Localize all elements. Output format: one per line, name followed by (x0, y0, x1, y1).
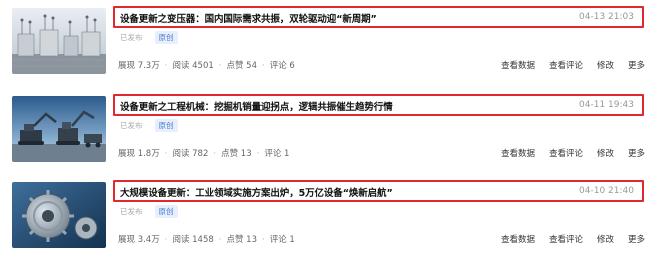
article-title-highlight[interactable]: 设备更新之变压器：国内国际需求共振，双轮驱动迎“新周期” 04-13 21:03 (113, 6, 644, 28)
article-title-highlight[interactable]: 设备更新之工程机械：挖掘机销量迎拐点，逻辑共振催生趋势行情 04-11 19:4… (113, 94, 644, 116)
publish-time: 04-10 21:40 (579, 186, 634, 196)
article-title[interactable]: 设备更新之工程机械：挖掘机销量迎拐点，逻辑共振催生趋势行情 (120, 99, 393, 113)
article-title-highlight[interactable]: 大规模设备更新：工业领域实施方案出炉，5万亿设备“焕新启航” 04-10 21:… (113, 180, 644, 202)
article-item[interactable]: 大规模设备更新：工业领域实施方案出炉，5万亿设备“焕新启航” 04-10 21:… (0, 174, 660, 260)
likes-count: 点赞 13 (221, 149, 252, 159)
view-comments-button[interactable]: 查看评论 (549, 59, 583, 71)
article-item[interactable]: 设备更新之工程机械：挖掘机销量迎拐点，逻辑共振催生趋势行情 04-11 19:4… (0, 88, 660, 174)
more-button[interactable]: 更多 (628, 233, 645, 245)
status-badge: 已发布 (120, 121, 143, 130)
article-thumbnail[interactable] (12, 96, 106, 162)
publish-time: 04-13 21:03 (579, 12, 634, 22)
view-data-button[interactable]: 查看数据 (501, 59, 535, 71)
construction-machinery-image (12, 96, 106, 162)
article-stats: 展现 7.3万 · 阅读 4501 · 点赞 54 · 评论 6 (118, 61, 295, 71)
article-title[interactable]: 设备更新之变压器：国内国际需求共振，双轮驱动迎“新周期” (120, 11, 377, 25)
likes-count: 点赞 13 (226, 235, 258, 245)
reads-count: 阅读 4501 (172, 61, 214, 71)
original-badge: 原创 (154, 119, 178, 132)
edit-button[interactable]: 修改 (597, 147, 614, 159)
view-data-button[interactable]: 查看数据 (501, 147, 535, 159)
article-stats: 展现 1.8万 · 阅读 782 · 点赞 13 · 评论 1 (118, 149, 290, 159)
article-thumbnail[interactable] (12, 182, 106, 248)
article-stats: 展现 3.4万 · 阅读 1458 · 点赞 13 · 评论 1 (118, 235, 295, 245)
views-count: 展现 3.4万 (118, 235, 160, 245)
reads-count: 阅读 782 (172, 149, 209, 159)
view-comments-button[interactable]: 查看评论 (549, 233, 583, 245)
article-thumbnail[interactable] (12, 8, 106, 74)
comments-count: 评论 1 (269, 235, 295, 245)
views-count: 展现 7.3万 (118, 61, 160, 71)
industrial-gears-image (12, 182, 106, 248)
views-count: 展现 1.8万 (118, 149, 160, 159)
edit-button[interactable]: 修改 (597, 233, 614, 245)
likes-count: 点赞 54 (226, 61, 258, 71)
view-data-button[interactable]: 查看数据 (501, 233, 535, 245)
transformer-substation-image (12, 8, 106, 74)
view-comments-button[interactable]: 查看评论 (549, 147, 583, 159)
status-badge: 已发布 (120, 207, 143, 216)
more-button[interactable]: 更多 (628, 59, 645, 71)
reads-count: 阅读 1458 (172, 235, 214, 245)
edit-button[interactable]: 修改 (597, 59, 614, 71)
original-badge: 原创 (154, 205, 178, 218)
article-item[interactable]: 设备更新之变压器：国内国际需求共振，双轮驱动迎“新周期” 04-13 21:03… (0, 0, 660, 86)
more-button[interactable]: 更多 (628, 147, 645, 159)
original-badge: 原创 (154, 31, 178, 44)
publish-time: 04-11 19:43 (579, 100, 634, 110)
comments-count: 评论 1 (264, 149, 290, 159)
article-title[interactable]: 大规模设备更新：工业领域实施方案出炉，5万亿设备“焕新启航” (120, 185, 393, 199)
status-badge: 已发布 (120, 33, 143, 42)
comments-count: 评论 6 (269, 61, 295, 71)
